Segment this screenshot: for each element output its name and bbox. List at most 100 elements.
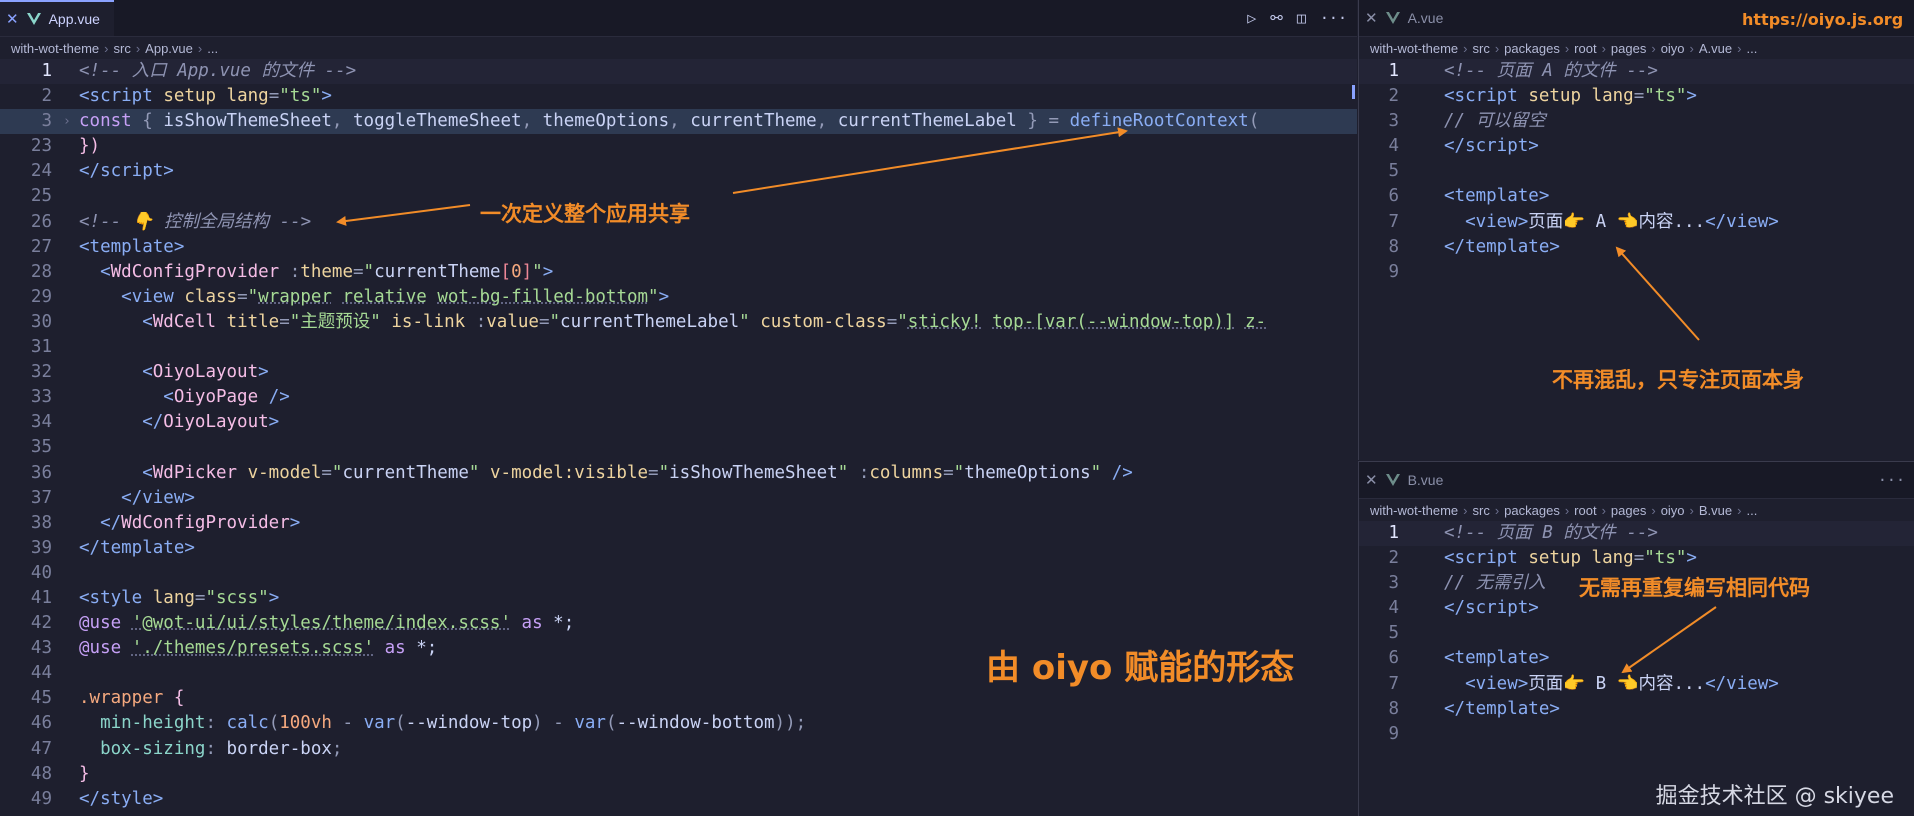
code-line[interactable]: 5 [1359,159,1914,184]
code-line[interactable]: 48} [0,762,1357,787]
breadcrumb-item[interactable]: src [1472,41,1489,56]
code-text: <style lang="scss"> [79,587,280,608]
code-area[interactable]: 1 <!-- 页面 A 的文件 --> 2 <script setup lang="t… [1359,59,1914,285]
close-icon[interactable]: ✕ [6,10,19,28]
close-icon[interactable]: ✕ [1365,471,1378,489]
code-text: <template> [1444,648,1550,669]
breadcrumb-item[interactable]: pages [1611,503,1646,518]
code-text: </style> [79,788,164,809]
code-line[interactable]: 35 [0,435,1357,460]
code-line[interactable]: 9 [1359,722,1914,747]
breadcrumb: with-wot-theme › src › App.vue ›... [0,37,1357,59]
breadcrumb-separator-icon: › [1463,40,1468,56]
line-number: 46 [30,713,52,734]
code-line[interactable]: 37 </view> [0,486,1357,511]
line-number: 31 [30,337,52,358]
tab-a-vue[interactable]: ✕ A.vue [1359,0,1458,36]
code-line[interactable]: 1 <!-- 页面 B 的文件 --> [1359,521,1914,547]
breadcrumb-item[interactable]: App.vue [145,41,193,56]
code-line[interactable]: 8 </template> [1359,697,1914,722]
code-line[interactable]: 23}) [0,134,1357,159]
breadcrumb-item[interactable]: with-wot-theme [1370,503,1458,518]
code-line[interactable]: 27 <template> [0,235,1357,260]
code-line[interactable]: 6 <template> [1359,646,1914,671]
code-line[interactable]: 7 <view>页面👉 A 👈内容...</view> [1359,210,1914,235]
breadcrumb-item[interactable]: packages [1504,41,1560,56]
code-text: </view> [121,487,195,508]
code-line[interactable]: 7 <view>页面👉 B 👈内容...</view> [1359,672,1914,697]
tab-app-vue[interactable]: ✕ App.vue [0,0,114,36]
split-editor-icon[interactable]: ◫ [1297,9,1306,27]
git-compare-icon[interactable]: ⚯ [1270,9,1283,27]
more-actions-icon[interactable]: ··· [1320,9,1347,27]
code-line[interactable]: 49 </style> [0,787,1357,812]
code-line[interactable]: 9 [1359,260,1914,285]
code-line[interactable]: 34 </OiyoLayout> [0,410,1357,435]
code-line[interactable]: 1 <!-- 页面 A 的文件 --> [1359,59,1914,85]
code-line[interactable]: 36 <WdPicker v-model="currentTheme" v-mo… [0,461,1357,486]
breadcrumb-separator-icon: › [1601,40,1606,56]
line-number: 8 [1388,236,1399,257]
line-number: 9 [1388,261,1399,282]
code-line[interactable]: 30 <WdCell title="主题预设" is-link :value="… [0,310,1357,335]
code-line[interactable]: 39 </template> [0,536,1357,561]
breadcrumb-item[interactable]: root [1574,503,1596,518]
breadcrumb-item[interactable]: B.vue [1699,503,1732,518]
breadcrumb-item[interactable]: A.vue [1699,41,1732,56]
line-number: 47 [30,738,52,759]
more-actions-icon[interactable]: ··· [1878,471,1905,489]
code-area[interactable]: 1 <!-- 页面 B 的文件 --> 2 <script setup lang="t… [1359,521,1914,747]
code-line[interactable]: 32 <OiyoLayout> [0,360,1357,385]
close-icon[interactable]: ✕ [1365,9,1378,27]
breadcrumb-item[interactable]: ... [1746,41,1757,56]
breadcrumb-item[interactable]: packages [1504,503,1560,518]
line-number: 29 [30,286,52,307]
breadcrumb-item[interactable]: src [113,41,130,56]
code-line[interactable]: 2 <script setup lang="ts"> [1359,84,1914,109]
code-line[interactable]: 29 <view class="wrapper relative wot-bg-… [0,285,1357,310]
breadcrumb-item[interactable]: ... [1746,503,1757,518]
code-text: @use './themes/presets.scss' as *; [79,638,438,659]
tab-label: B.vue [1407,472,1444,488]
line-number: 6 [1388,186,1399,207]
code-text: </script> [1444,136,1539,157]
code-line[interactable]: 1 <!-- 入口 App.vue 的文件 --> [0,59,1357,85]
code-line[interactable]: 45 .wrapper { [0,686,1357,711]
right-bottom-editor-pane: ✕ B.vue ··· with-wot-theme › src › packages ›… [1358,461,1914,816]
code-line[interactable]: 3 › const { isShowThemeSheet, toggleThemeS… [0,109,1357,135]
code-line[interactable]: 24 </script> [0,159,1357,184]
code-line[interactable]: 38 </WdConfigProvider> [0,511,1357,536]
fold-chevron-icon[interactable]: › [63,109,71,134]
breadcrumb-item[interactable]: src [1472,503,1489,518]
code-line[interactable]: 31 [0,335,1357,360]
vue-file-icon [1385,474,1400,486]
code-line[interactable]: 2 <script setup lang="ts"> [1359,546,1914,571]
breadcrumb-item[interactable]: with-wot-theme [1370,41,1458,56]
breadcrumb-separator-icon: › [1689,40,1694,56]
breadcrumb-item[interactable]: root [1574,41,1596,56]
code-text: </WdConfigProvider> [100,512,301,533]
code-line[interactable]: 40 [0,561,1357,586]
breadcrumb-item[interactable]: oiyo [1661,503,1685,518]
breadcrumb-item[interactable]: pages [1611,41,1646,56]
code-line[interactable]: 28 <WdConfigProvider :theme="currentThem… [0,260,1357,285]
code-line[interactable]: 5 [1359,621,1914,646]
breadcrumb-item[interactable]: ... [207,41,218,56]
tab-b-vue[interactable]: ✕ B.vue [1359,462,1458,498]
code-line[interactable]: 6 <template> [1359,184,1914,209]
code-line[interactable]: 42 @use '@wot-ui/ui/styles/theme/index.sc… [0,611,1357,636]
code-line[interactable]: 33 <OiyoPage /> [0,385,1357,410]
code-line[interactable]: 8 </template> [1359,235,1914,260]
line-number: 8 [1388,698,1399,719]
code-line[interactable]: 2 <script setup lang="ts"> [0,84,1357,109]
code-line[interactable]: 3 // 可以留空 [1359,109,1914,134]
code-line[interactable]: 41 <style lang="scss"> [0,586,1357,611]
code-line[interactable]: 46 min-height: calc(100vh - var(--window… [0,711,1357,736]
run-icon[interactable]: ▷ [1247,9,1256,27]
breadcrumb-item[interactable]: oiyo [1661,41,1685,56]
code-line[interactable]: 4 </script> [1359,134,1914,159]
line-number: 48 [30,763,52,784]
breadcrumb-item[interactable]: with-wot-theme [11,41,99,56]
code-area[interactable]: 1 <!-- 入口 App.vue 的文件 --> 2 <script setup l… [0,59,1357,812]
code-line[interactable]: 47 box-sizing: border-box; [0,737,1357,762]
